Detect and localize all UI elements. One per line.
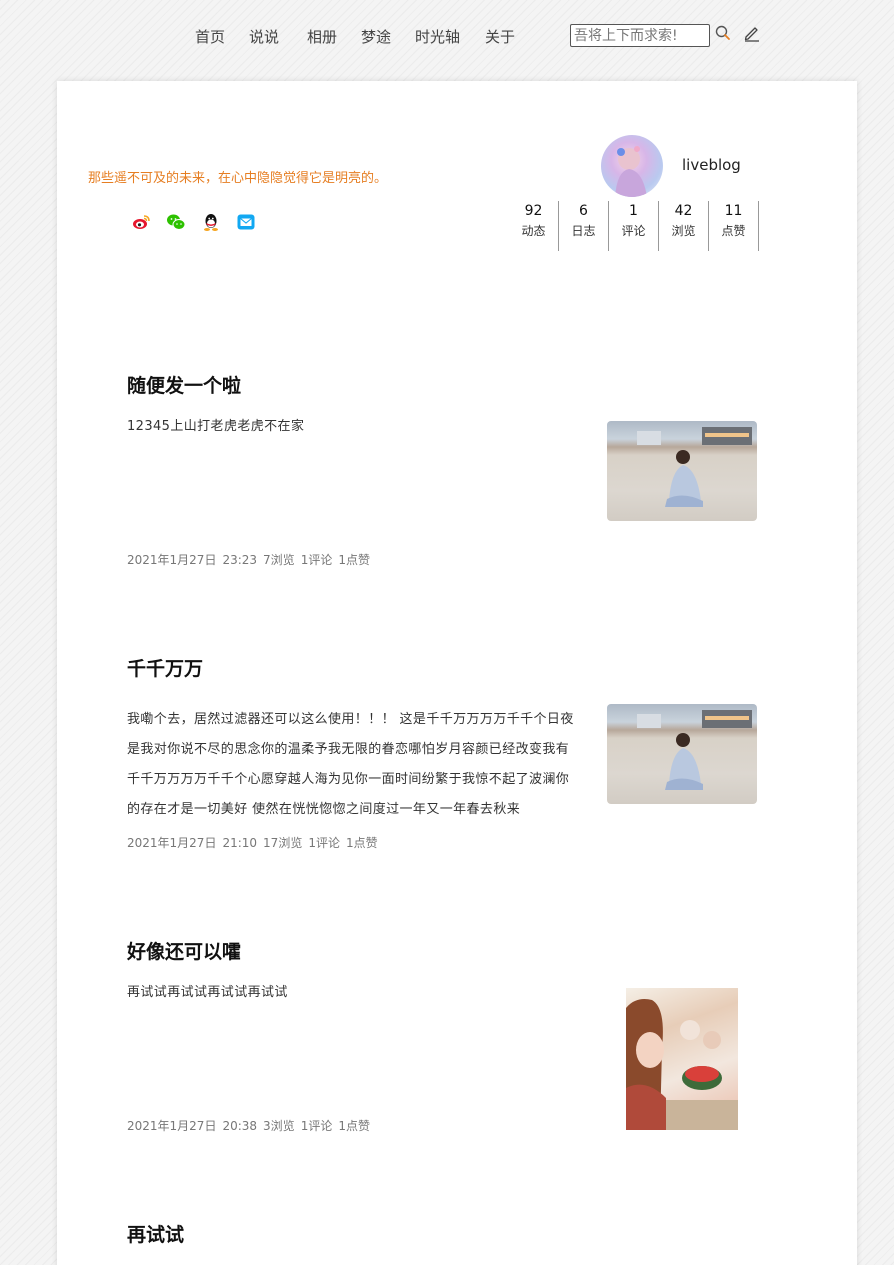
post-item: 千千万万 我嘞个去，居然过滤器还可以这么使用！！！ 这是千千万万万万千千个日夜是… xyxy=(127,654,757,854)
post-likes: 1点赞 xyxy=(338,553,370,567)
party-photo xyxy=(626,999,738,1130)
post-thumbnail[interactable] xyxy=(607,421,757,521)
motto-text: 那些遥不可及的未来，在心中隐隐觉得它是明亮的。 xyxy=(88,171,388,186)
avatar[interactable] xyxy=(601,135,663,197)
main-card: 那些遥不可及的未来，在心中隐隐觉得它是明亮的。 liveblog 92 动态 6… xyxy=(57,81,857,1265)
post-likes: 1点赞 xyxy=(338,1119,370,1133)
stat-value: 11 xyxy=(724,203,743,219)
post-time: 20:38 xyxy=(222,1119,258,1133)
stat-label: 浏览 xyxy=(671,224,696,238)
post-date: 2021年1月27日 xyxy=(127,836,217,850)
stat-comments[interactable]: 1 评论 xyxy=(609,201,659,251)
nav-item-about[interactable]: 关于 xyxy=(485,26,515,47)
post-excerpt: 我嘞个去，居然过滤器还可以这么使用！！！ 这是千千万万万万千千个日夜是我对你说不… xyxy=(127,712,574,817)
post-views: 17浏览 xyxy=(263,836,303,850)
post-item: 好像还可以嚯 再试试再试试再试试再试试 2021年1月27日 20:38 3浏览 1评… xyxy=(127,937,757,1137)
search-icon[interactable] xyxy=(714,24,732,42)
nav-item-timeline[interactable]: 时光轴 xyxy=(415,26,460,47)
post-title[interactable]: 千千万万 xyxy=(127,654,203,681)
stat-label: 评论 xyxy=(621,224,646,238)
nav-item-moments[interactable]: 说说 xyxy=(249,26,279,47)
post-meta: 2021年1月27日 20:38 3浏览 1评论 1点赞 xyxy=(127,1117,376,1134)
post-thumbnail[interactable] xyxy=(626,988,738,1130)
stat-posts[interactable]: 92 动态 xyxy=(509,201,559,251)
post-views: 3浏览 xyxy=(263,1119,295,1133)
stat-articles[interactable]: 6 日志 xyxy=(559,201,609,251)
search-input[interactable] xyxy=(570,24,710,47)
wechat-icon[interactable] xyxy=(166,212,186,232)
stat-label: 动态 xyxy=(521,224,546,238)
stat-value: 6 xyxy=(579,203,588,219)
post-comments: 1评论 xyxy=(300,553,333,567)
pencil-icon[interactable] xyxy=(743,24,761,42)
post-date: 2021年1月27日 xyxy=(127,553,217,567)
stat-value: 92 xyxy=(524,203,543,219)
post-comments: 1评论 xyxy=(308,836,340,850)
post-thumbnail[interactable] xyxy=(607,704,757,804)
post-date: 2021年1月27日 xyxy=(127,1119,217,1133)
post-excerpt: 再试试再试试再试试再试试 xyxy=(127,985,288,1000)
post-meta: 2021年1月27日 23:23 7浏览 1评论 1点赞 xyxy=(127,551,376,568)
post-views: 7浏览 xyxy=(263,553,295,567)
stat-views[interactable]: 42 浏览 xyxy=(659,201,709,251)
post-meta: 2021年1月27日 21:10 17浏览 1评论 1点赞 xyxy=(127,834,384,851)
top-nav: 首页 说说 相册 梦途 时光轴 关于 xyxy=(0,0,894,72)
post-time: 23:23 xyxy=(222,553,258,567)
nav-item-dream[interactable]: 梦途 xyxy=(361,26,391,47)
stat-likes[interactable]: 11 点赞 xyxy=(709,201,759,251)
blog-name: liveblog xyxy=(682,156,741,174)
post-likes: 1点赞 xyxy=(345,836,378,850)
stat-label: 日志 xyxy=(571,224,596,238)
avatar-image xyxy=(615,146,647,197)
post-time: 21:10 xyxy=(222,836,258,850)
post-title[interactable]: 再试试 xyxy=(127,1220,184,1247)
stat-value: 1 xyxy=(629,203,638,219)
beach-photo xyxy=(637,710,752,790)
post-item: 再试试 xyxy=(127,1220,757,1265)
weibo-icon[interactable] xyxy=(131,212,151,232)
nav-item-album[interactable]: 相册 xyxy=(307,26,337,47)
email-icon[interactable] xyxy=(236,212,256,232)
post-title[interactable]: 好像还可以嚯 xyxy=(127,937,241,964)
nav-item-home[interactable]: 首页 xyxy=(195,26,225,47)
post-item: 随便发一个啦 12345上山打老虎老虎不在家 2021年1月27日 23:23 7浏… xyxy=(127,371,757,571)
beach-photo xyxy=(637,427,752,507)
stat-label: 点赞 xyxy=(721,224,746,238)
post-title[interactable]: 随便发一个啦 xyxy=(127,371,241,398)
post-comments: 1评论 xyxy=(300,1119,333,1133)
stat-value: 42 xyxy=(674,203,693,219)
post-excerpt: 12345上山打老虎老虎不在家 xyxy=(127,419,305,434)
qq-icon[interactable] xyxy=(201,212,221,232)
